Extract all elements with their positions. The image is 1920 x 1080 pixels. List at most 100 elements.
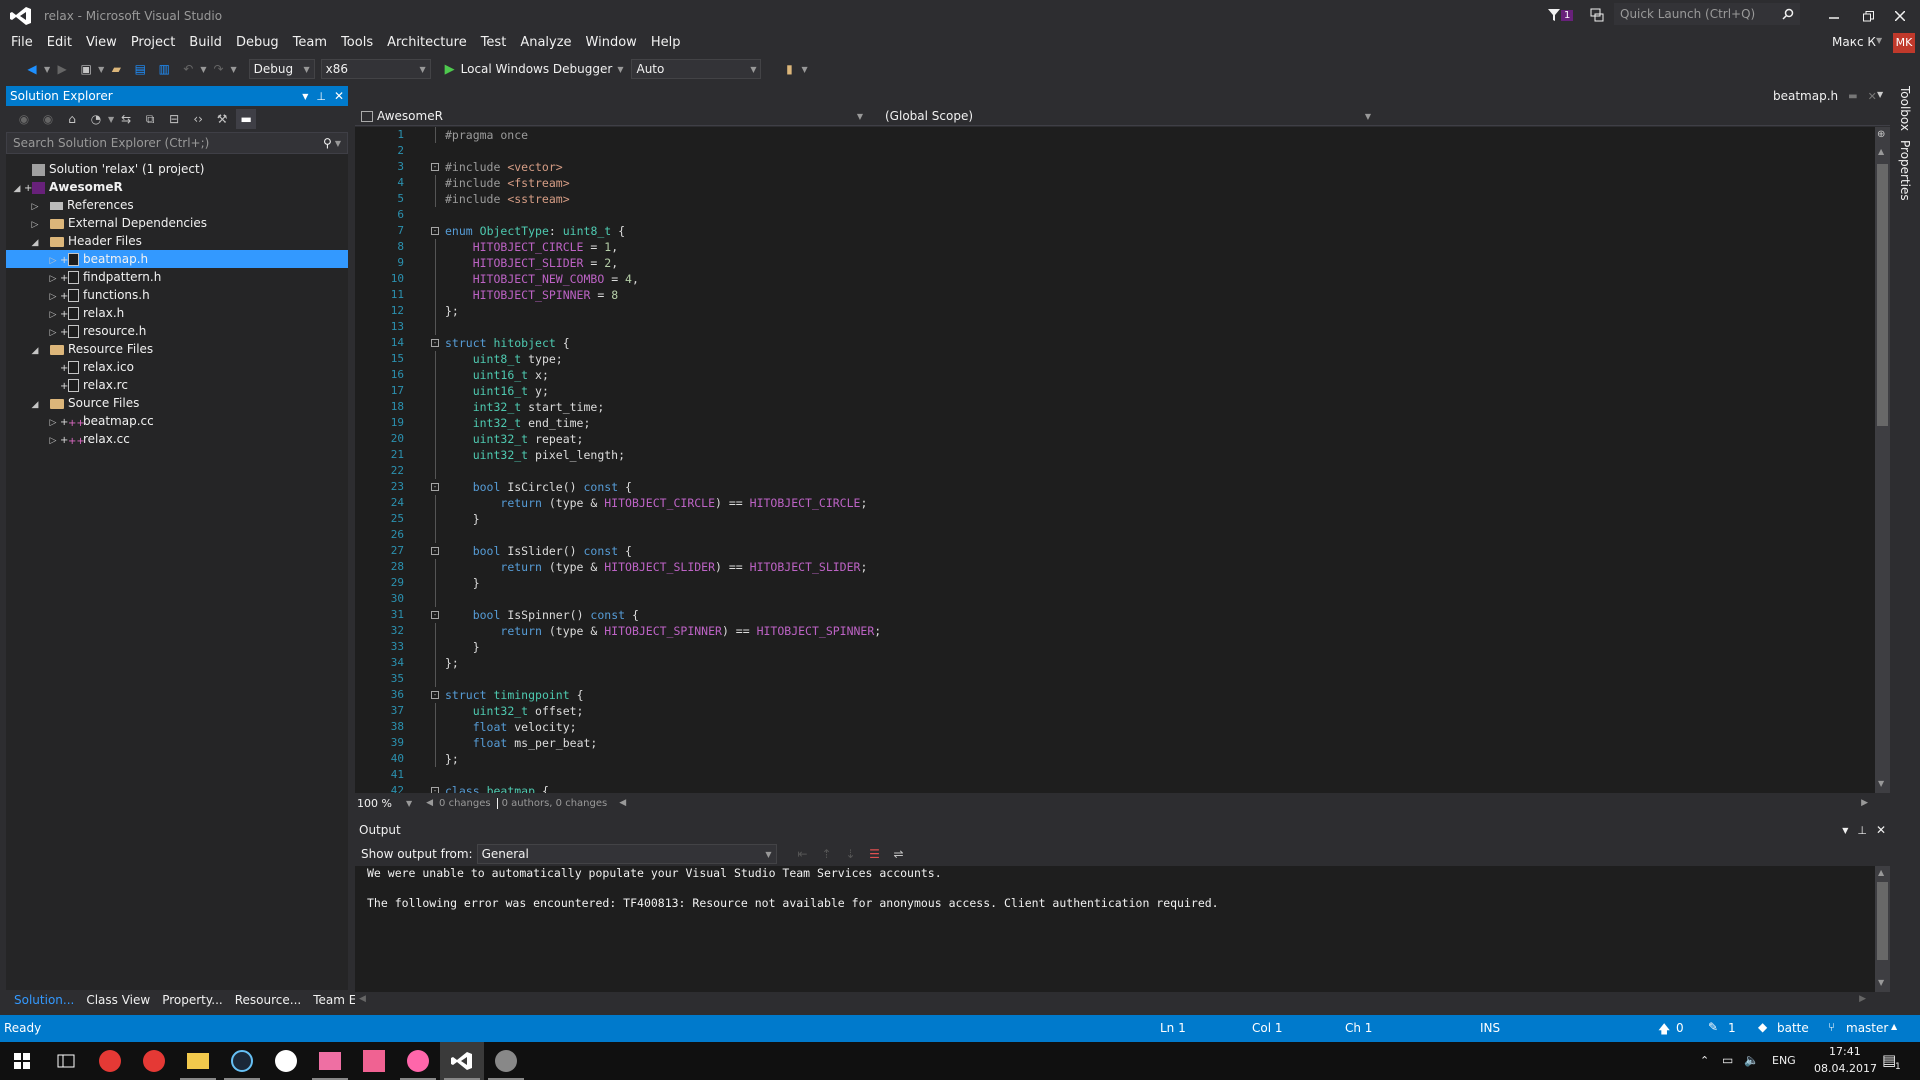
output-close-icon[interactable]: ✕ (1876, 823, 1886, 837)
tree-item[interactable]: Solution 'relax' (1 project) (6, 160, 348, 178)
changes-indicator[interactable]: 0 changes (439, 798, 491, 809)
scroll-left-icon[interactable]: ◀ (359, 994, 366, 1004)
tab-property-manager[interactable]: Property... (156, 990, 229, 1010)
clear-all-icon[interactable]: ☰ (865, 844, 885, 864)
menu-analyze[interactable]: Analyze (513, 32, 578, 54)
tree-item[interactable]: ▷ + resource.h (6, 322, 348, 340)
branch-icon[interactable]: ⑂ (1828, 1020, 1835, 1034)
output-source-select[interactable]: General ▼ (476, 844, 777, 864)
toolbox-tab[interactable]: Toolbox (1898, 86, 1912, 131)
visual-studio-app[interactable] (440, 1042, 484, 1080)
code-line[interactable]: #pragma once (445, 127, 1875, 143)
menu-tools[interactable]: Tools (334, 32, 380, 54)
show-hidden-icons[interactable]: ⌃ (1700, 1054, 1709, 1067)
tree-item[interactable]: ▷ + relax.h (6, 304, 348, 322)
home-icon[interactable]: ⌂ (62, 109, 82, 129)
window-position-icon[interactable]: ▼ (302, 92, 308, 101)
code-line[interactable]: return (type & HITOBJECT_SLIDER) == HITO… (445, 559, 1875, 575)
new-project-dropdown-icon[interactable]: ▼ (98, 65, 104, 74)
editor-tab-beatmap[interactable]: beatmap.h ▬ ✕ (1767, 86, 1883, 106)
tree-item[interactable]: ▷ References (6, 196, 348, 214)
horizontal-scroll-left-icon[interactable]: ◀ (619, 798, 626, 808)
code-line[interactable] (445, 591, 1875, 607)
member-scope-select[interactable] (1381, 107, 1881, 125)
code-line[interactable]: enum ObjectType: uint8_t { (445, 223, 1875, 239)
voice-app[interactable] (132, 1042, 176, 1080)
menu-build[interactable]: Build (182, 32, 229, 54)
code-line[interactable]: uint8_t type; (445, 351, 1875, 367)
undo-icon[interactable]: ↶ (178, 59, 198, 79)
prev-message-icon[interactable]: ⇡ (817, 844, 837, 864)
tree-item[interactable]: ◢ Resource Files (6, 340, 348, 358)
open-file-icon[interactable]: ▰ (106, 59, 126, 79)
properties-wrench-icon[interactable]: ⚒ (212, 109, 232, 129)
word-wrap-icon[interactable]: ⇌ (889, 844, 909, 864)
code-line[interactable]: bool IsSlider() const { (445, 543, 1875, 559)
user-name[interactable]: Макс К (1832, 35, 1876, 49)
zoom-dropdown-icon[interactable]: ▼ (406, 799, 412, 808)
codelens-left-icon[interactable]: ◀ (426, 798, 433, 808)
menu-project[interactable]: Project (124, 32, 182, 54)
collapse-region-icon[interactable]: - (430, 543, 442, 559)
save-all-icon[interactable]: ▥ (154, 59, 174, 79)
authors-indicator[interactable]: 0 authors, 0 changes (496, 797, 607, 809)
code-line[interactable]: }; (445, 751, 1875, 767)
code-line[interactable]: uint16_t y; (445, 383, 1875, 399)
clock-date[interactable]: 08.04.2017 (1814, 1062, 1877, 1075)
yandex-browser-app[interactable] (264, 1042, 308, 1080)
collapse-all-icon[interactable]: ⊟ (164, 109, 184, 129)
pending-dropdown-icon[interactable]: ▼ (108, 115, 114, 124)
code-line[interactable]: int32_t end_time; (445, 415, 1875, 431)
code-line[interactable]: class beatmap { (445, 783, 1875, 793)
branch-menu-icon[interactable]: ▲ (1891, 1022, 1897, 1031)
code-line[interactable] (445, 207, 1875, 223)
search-options-icon[interactable]: ▼ (335, 139, 341, 148)
code-line[interactable] (445, 143, 1875, 159)
save-icon[interactable]: ▤ (130, 59, 150, 79)
file-explorer-app[interactable] (176, 1042, 220, 1080)
tree-item[interactable]: ◢ Header Files (6, 232, 348, 250)
expand-arrow-icon[interactable]: ▷ (46, 432, 60, 450)
code-editor[interactable]: 1 2 3 4 5 6 7 8 9 10 11 12 13 14 15 16 17 18 19 20 21 22 23 24 2… (355, 127, 1875, 793)
redo-dropdown-icon[interactable]: ▼ (230, 65, 236, 74)
refresh-icon[interactable]: ⧉ (140, 109, 160, 129)
collapse-region-icon[interactable]: - (430, 479, 442, 495)
output-vertical-scrollbar[interactable]: ▲ ▼ (1875, 866, 1890, 992)
pending-changes-pencil-icon[interactable]: ✎ (1708, 1020, 1718, 1034)
output-scroll-thumb[interactable] (1877, 882, 1888, 960)
output-pin-icon[interactable]: ⊥ (1857, 824, 1867, 837)
code-line[interactable]: float velocity; (445, 719, 1875, 735)
horizontal-scroll-right-icon[interactable]: ▶ (1861, 798, 1868, 808)
search-icon[interactable] (1782, 8, 1794, 20)
output-horizontal-scrollbar[interactable]: ◀ ▶ (355, 992, 1890, 1008)
new-project-icon[interactable]: ▣ (76, 59, 96, 79)
code-line[interactable]: uint32_t repeat; (445, 431, 1875, 447)
preview-selected-icon[interactable]: ▬ (236, 109, 257, 129)
output-position-icon[interactable]: ▼ (1842, 826, 1848, 835)
start-button[interactable] (0, 1042, 44, 1080)
tree-item[interactable]: + relax.rc (6, 376, 348, 394)
view-code-icon[interactable]: ‹› (188, 109, 208, 129)
code-line[interactable]: return (type & HITOBJECT_CIRCLE) == HITO… (445, 495, 1875, 511)
back-icon[interactable]: ◀ (22, 59, 42, 79)
code-text[interactable]: #pragma once #include <vector> #include <f… (445, 127, 1875, 793)
code-line[interactable]: HITOBJECT_SLIDER = 2, (445, 255, 1875, 271)
unpublished-count[interactable]: 0 (1676, 1021, 1684, 1035)
properties-tab[interactable]: Properties (1898, 140, 1912, 201)
tab-dropdown-icon[interactable]: ▼ (1877, 90, 1883, 99)
language-indicator[interactable]: ENG (1772, 1054, 1796, 1067)
restore-icon[interactable] (1854, 6, 1882, 26)
editor-scroll-thumb[interactable] (1877, 164, 1888, 426)
code-line[interactable]: } (445, 511, 1875, 527)
tab-solution-explorer[interactable]: Solution... (8, 990, 80, 1010)
debugger-button[interactable]: Local Windows Debugger (461, 62, 613, 76)
code-line[interactable] (445, 767, 1875, 783)
code-line[interactable]: HITOBJECT_NEW_COMBO = 4, (445, 271, 1875, 287)
platform-select[interactable]: x86 ▼ (320, 59, 431, 79)
tree-item[interactable]: ▷ +++relax.cc (6, 430, 348, 448)
code-line[interactable] (445, 671, 1875, 687)
undo-dropdown-icon[interactable]: ▼ (200, 65, 206, 74)
code-line[interactable]: bool IsSpinner() const { (445, 607, 1875, 623)
tree-item[interactable]: ▷ + findpattern.h (6, 268, 348, 286)
back-icon[interactable]: ◉ (14, 109, 34, 129)
